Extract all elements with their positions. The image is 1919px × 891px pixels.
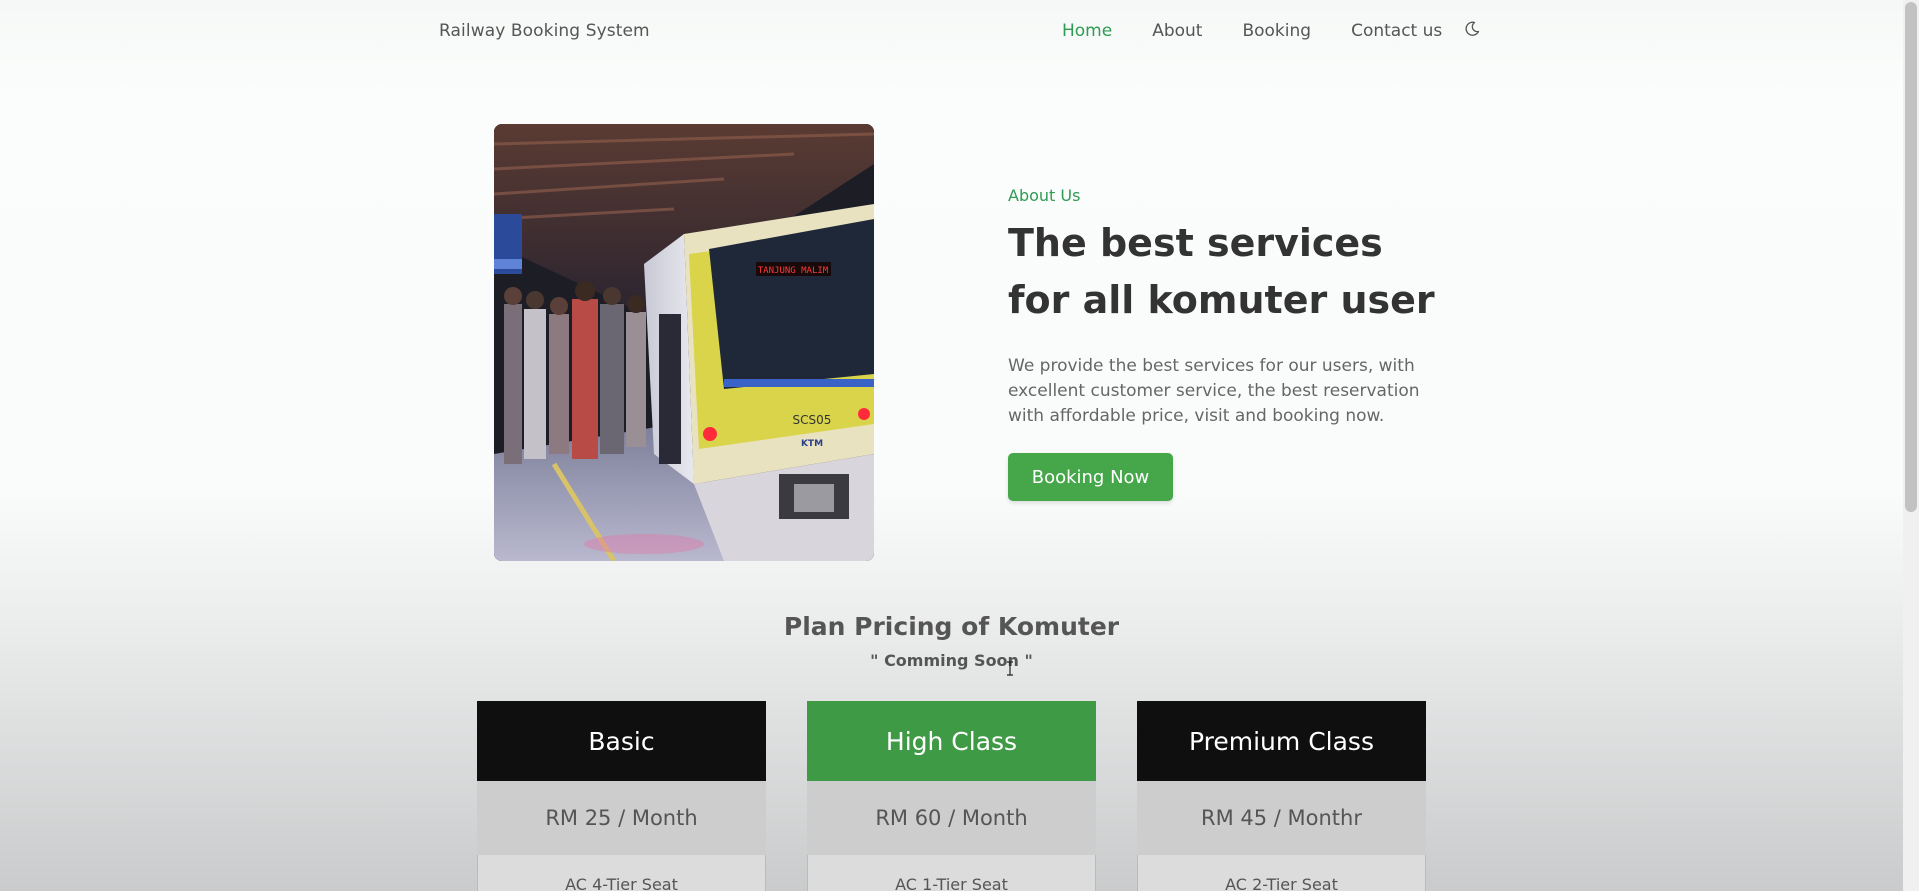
plan-feature: AC 2-Tier Seat xyxy=(1137,855,1426,891)
plan-price: RM 25 / Month xyxy=(477,781,766,855)
hero-title-line1: The best services xyxy=(1008,221,1383,265)
train-logo: KTM xyxy=(801,439,823,449)
hero-description: We provide the best services for our use… xyxy=(1008,356,1420,426)
nav-contact-link[interactable]: Contact us xyxy=(1351,21,1442,41)
plan-card-basic: Basic RM 25 / Month AC 4-Tier Seat xyxy=(477,701,766,891)
hero-title: The best services for all komuter user xyxy=(1008,215,1508,329)
booking-now-button[interactable]: Booking Now xyxy=(1008,453,1173,501)
destination-sign: TANJUNG MALIM xyxy=(758,266,829,276)
hero-title-line2: for all komuter user xyxy=(1008,278,1435,322)
scrollbar-thumb[interactable] xyxy=(1905,2,1917,512)
pricing-title: Plan Pricing of Komuter xyxy=(783,612,1120,641)
plan-name: Premium Class xyxy=(1137,701,1426,781)
plan-card-premium-class: Premium Class RM 45 / Monthr AC 2-Tier S… xyxy=(1137,701,1426,891)
navbar: Railway Booking System Home About Bookin… xyxy=(0,0,1903,64)
plan-price: RM 60 / Month xyxy=(807,781,1096,855)
train-code: SCS05 xyxy=(793,413,832,427)
plan-price: RM 45 / Monthr xyxy=(1137,781,1426,855)
pricing-subtitle: " Comming Soon " xyxy=(870,651,1033,670)
plan-name: High Class xyxy=(807,701,1096,781)
train-photo: TANJUNG MALIM SCS05 KTM xyxy=(494,124,874,561)
plan-feature: AC 4-Tier Seat xyxy=(477,855,766,891)
nav-menu: Home About Booking Contact us xyxy=(1062,21,1480,41)
brand-link[interactable]: Railway Booking System xyxy=(439,21,650,41)
nav-booking-link[interactable]: Booking xyxy=(1242,21,1311,41)
moon-icon[interactable] xyxy=(1464,21,1480,37)
plan-feature: AC 1-Tier Seat xyxy=(807,855,1096,891)
plan-name: Basic xyxy=(477,701,766,781)
text-cursor-icon xyxy=(1006,661,1014,676)
plan-card-high-class: High Class RM 60 / Month AC 1-Tier Seat xyxy=(807,701,1096,891)
about-kicker: About Us xyxy=(1008,186,1081,205)
nav-home-link[interactable]: Home xyxy=(1062,21,1112,41)
nav-about-link[interactable]: About xyxy=(1152,21,1202,41)
page-scrollbar[interactable] xyxy=(1903,0,1919,891)
